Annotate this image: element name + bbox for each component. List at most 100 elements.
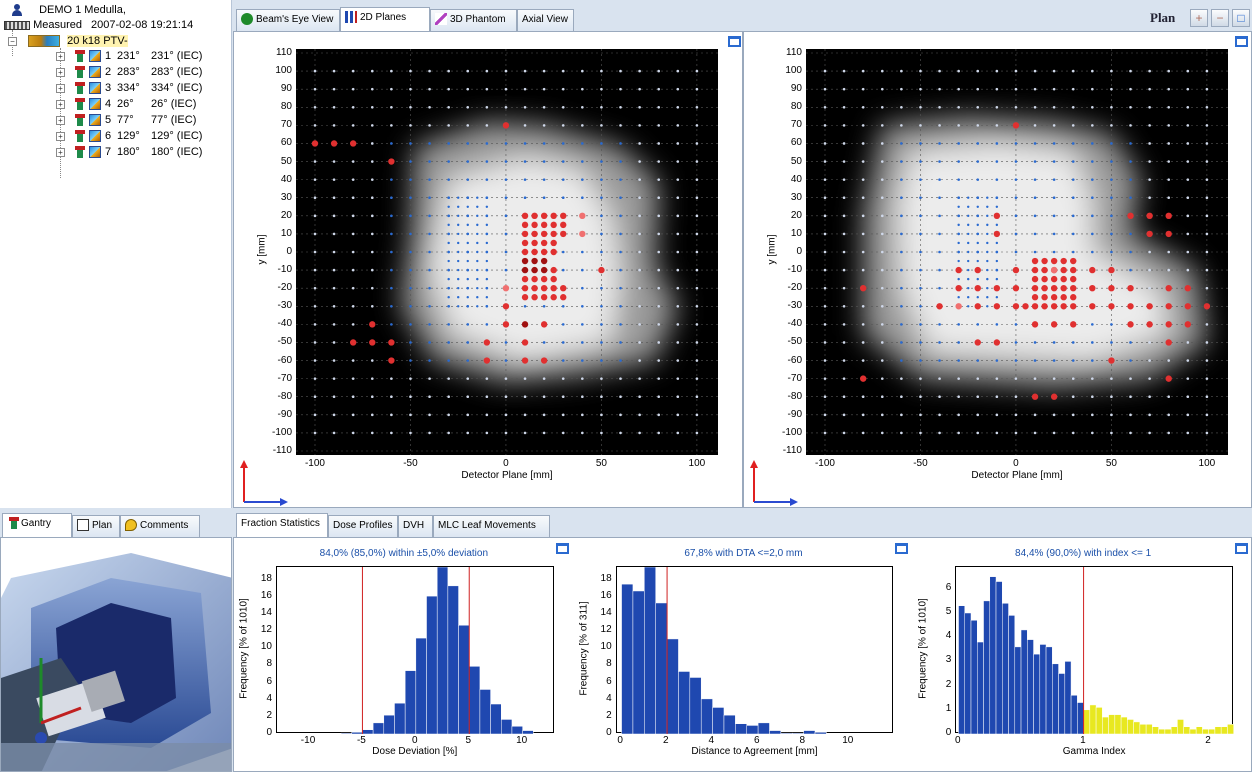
histogram-plot[interactable] [955,566,1235,735]
detector-point [1052,124,1056,127]
detector-point [428,69,431,73]
detector-point [938,431,941,435]
failed-point [531,284,538,292]
zoom-out-icon[interactable]: − [1211,9,1229,27]
collapse-icon[interactable]: − [8,36,17,46]
failed-point [531,221,538,229]
tree-patient-row[interactable]: DEMO 1 Medulla, [12,2,126,18]
detector-point [976,205,979,208]
expand-icon[interactable]: + [56,51,65,61]
tab-2d-planes[interactable]: 2D Planes [340,7,430,31]
detector-point [542,377,546,380]
detector-point [995,259,999,263]
histogram-title: 67,8% with DTA <=2,0 mm [684,548,803,559]
detector-point [976,105,980,109]
detector-point [919,304,922,308]
tab-dvh[interactable]: DVH [398,515,433,537]
detector-point [409,69,412,73]
gantry-3d-view[interactable] [0,537,232,772]
tree-field-row[interactable]: +3 334° 334° (IEC) [56,80,202,96]
dose-plane-plot[interactable] [806,49,1228,455]
detector-point [485,296,489,299]
detector-point [1129,196,1132,200]
expand-icon[interactable]: + [56,83,65,93]
tab-axial-view[interactable]: Axial View [517,9,574,31]
detector-point [695,431,699,435]
panel-restore-icon[interactable] [1235,36,1248,47]
panel-restore-icon[interactable] [728,36,741,47]
detector-point [1148,359,1151,362]
detector-point [695,124,699,127]
detector-point [428,323,431,326]
panel-restore-icon[interactable] [1235,543,1248,554]
tab-mlc-leaf-movements[interactable]: MLC Leaf Movements [433,515,550,537]
expand-icon[interactable]: + [56,147,65,157]
detector-point [428,160,431,163]
detector-point [995,142,999,145]
tree-field-row[interactable]: +1 231° 231° (IEC) [56,48,202,64]
detector-point [919,341,922,344]
detector-point [485,286,489,290]
expand-icon[interactable]: + [56,131,65,141]
histogram-plot[interactable] [615,566,894,735]
detector-point [676,395,680,399]
detector-point [657,304,661,308]
detector-point [409,124,412,127]
detector-point [1186,431,1190,435]
histogram-bar [700,698,713,735]
detector-point [485,232,489,236]
detector-point [1014,196,1018,200]
detector-point [861,268,865,272]
tree-measured-row[interactable]: Measured 2007-02-08 19:21:14 [4,17,193,33]
tab-beams-eye-view[interactable]: Beam's Eye View [236,9,340,31]
detector-point [600,124,603,127]
detector-point [313,178,317,181]
expand-icon[interactable]: + [56,67,65,77]
detector-point [428,304,431,308]
dose-plane-plot[interactable] [296,49,718,455]
tab-comments[interactable]: Comments [120,515,200,537]
tab-plan[interactable]: Plan [72,515,120,537]
tab-gantry[interactable]: Gantry [2,513,72,537]
detector-point [390,286,393,290]
expand-icon[interactable]: + [56,99,65,109]
panel-restore-icon[interactable] [895,543,909,554]
detector-point [1205,232,1209,236]
tree-plan-row[interactable]: − 20 k18 PTV- [8,33,128,49]
detector-point [1033,105,1037,109]
tree-field-row[interactable]: +6 129° 129° (IEC) [56,128,202,144]
detector-point [581,377,584,380]
detector-point [638,377,641,380]
maximize-icon[interactable]: □ [1232,9,1250,27]
tab-dose-profiles[interactable]: Dose Profiles [328,515,398,537]
detector-point [957,277,960,281]
detector-point [619,431,622,435]
x-axis-title: Dose Deviation [%] [372,746,458,757]
tree-field-row[interactable]: +4 26° 26° (IEC) [56,96,196,112]
detector-point [1186,87,1190,91]
panel-restore-icon[interactable] [555,543,569,554]
tree-field-row[interactable]: +7 180° 180° (IEC) [56,144,202,160]
detector-point [619,286,622,290]
histogram-bar [803,730,815,735]
detector-point [1205,196,1209,200]
tree-field-row[interactable]: +5 77° 77° (IEC) [56,112,196,128]
histogram-plot[interactable] [276,566,554,735]
detector-point [428,341,431,344]
detector-point [581,268,584,272]
detector-point [938,232,941,236]
detector-point [1148,178,1151,181]
tab-fraction-statistics[interactable]: Fraction Statistics [236,513,328,537]
detector-point [1148,286,1151,290]
detector-point [457,296,460,299]
tab-3d-phantom[interactable]: 3D Phantom [430,9,517,31]
zoom-in-icon[interactable]: + [1190,9,1208,27]
tree-field-row[interactable]: +2 283° 283° (IEC) [56,64,202,80]
expand-icon[interactable]: + [56,115,65,125]
detector-point [880,431,884,435]
detector-point [638,214,641,218]
detector-point [504,142,508,145]
detector-point [1052,413,1056,417]
detector-point [313,268,317,272]
failed-point [540,357,548,364]
